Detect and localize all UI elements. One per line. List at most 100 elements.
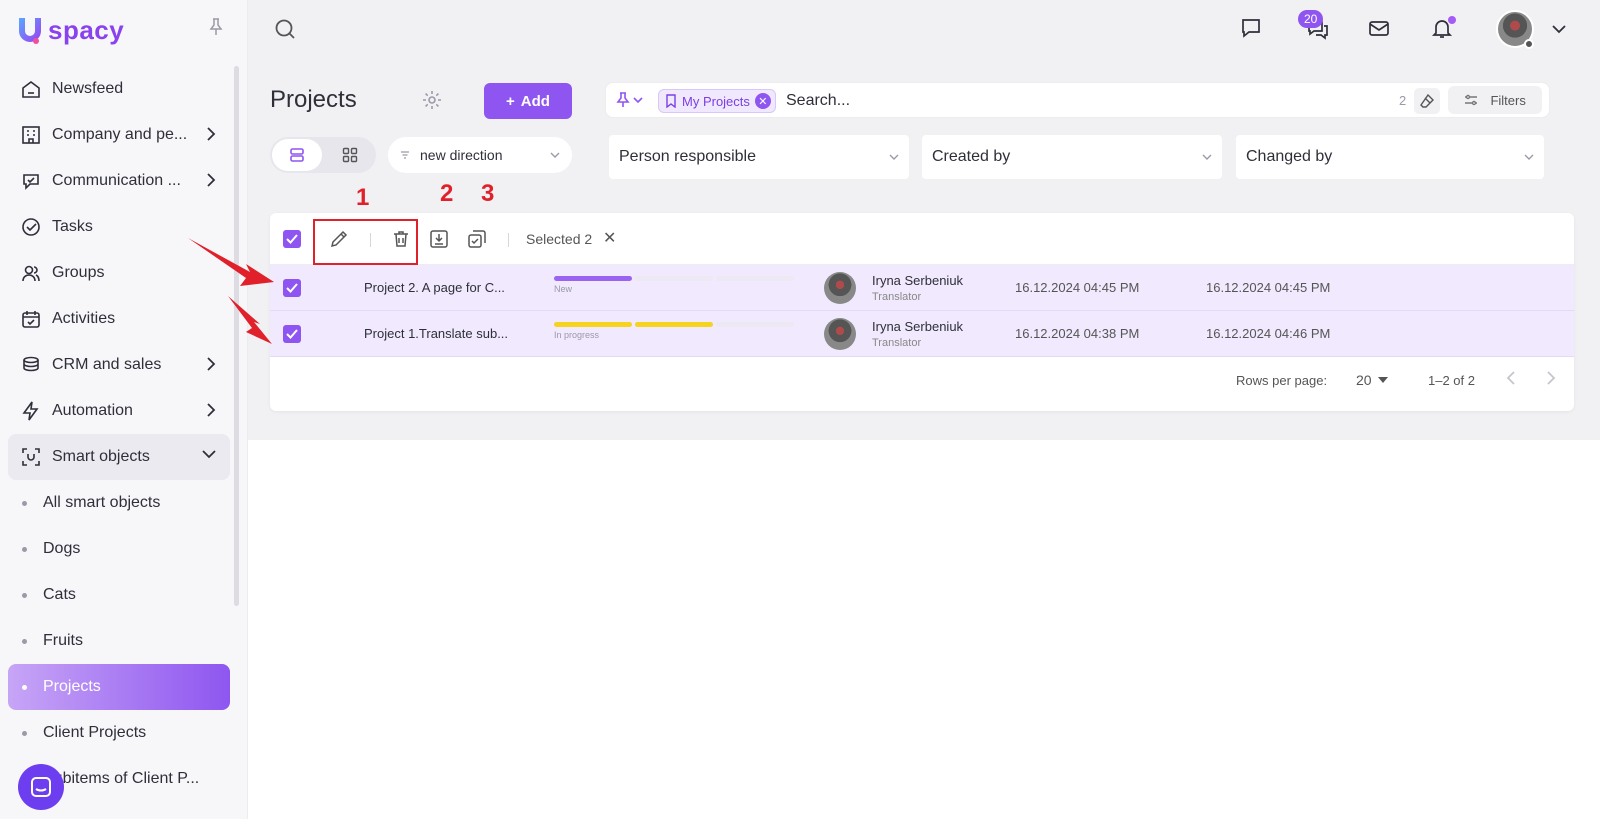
calendar-icon [20, 308, 42, 330]
sidebar-item-label: Communication ... [52, 172, 181, 189]
progress-segment [635, 276, 713, 281]
sidebar-item-label: Tasks [52, 218, 93, 235]
user-name[interactable]: Iryna Serbeniuk [872, 273, 963, 288]
selected-count: Selected 2 [526, 231, 593, 247]
filter-label: Person responsible [619, 148, 756, 165]
bullet-icon [22, 730, 27, 736]
chevron-down-icon [1524, 154, 1534, 160]
progress-segment [716, 276, 794, 281]
filters-button[interactable]: Filters [1448, 86, 1542, 114]
list-view-icon[interactable] [272, 139, 322, 171]
changed-date: 16.12.2024 04:46 PM [1206, 326, 1331, 341]
project-name[interactable]: Project 1.Translate sub... [364, 326, 508, 341]
chip-remove-icon[interactable]: ✕ [754, 93, 771, 109]
sidebar-item-newsfeed[interactable]: Newsfeed [8, 66, 230, 112]
filter-label: Changed by [1246, 148, 1333, 165]
sort-dropdown[interactable]: new direction [388, 137, 572, 173]
sidebar-item-label: Subitems of Client P... [43, 770, 200, 787]
sidebar-subitem-all-smart-objects[interactable]: All smart objects [8, 480, 230, 526]
progress-segment [554, 276, 632, 281]
settings-gear-icon[interactable] [422, 90, 442, 110]
project-name[interactable]: Project 2. A page for C... [364, 280, 505, 295]
sidebar-item-label: Projects [43, 678, 101, 695]
rows-per-page-value: 20 [1356, 372, 1372, 388]
chevron-right-icon [206, 173, 216, 187]
filter-person-responsible[interactable]: Person responsible [609, 135, 909, 179]
add-button[interactable]: + Add [484, 83, 572, 119]
sidebar-item-label: Smart objects [52, 448, 150, 465]
communication-icon [20, 170, 42, 192]
bulk-check-copy-icon[interactable] [467, 229, 487, 249]
sidebar-item-automation[interactable]: Automation [8, 388, 230, 434]
sidebar-item-label: CRM and sales [52, 356, 162, 373]
table-row[interactable]: Project 1.Translate sub... In progress I… [270, 311, 1574, 357]
annotation-arrows-icon [188, 238, 274, 344]
messages-icon[interactable] [1240, 17, 1262, 39]
stage-progress: In progress [554, 322, 794, 340]
logo[interactable]: spacy [14, 14, 124, 46]
pin-sidebar-icon[interactable] [208, 18, 224, 36]
sidebar-subitem-cats[interactable]: Cats [8, 572, 230, 618]
chevron-right-icon [206, 403, 216, 417]
annotation-number: 2 [440, 180, 454, 207]
filter-created-by[interactable]: Created by [922, 135, 1222, 179]
chat-widget-icon [31, 777, 51, 797]
annotation-number: 3 [481, 180, 495, 207]
grid-view-icon[interactable] [326, 139, 374, 171]
next-page-icon[interactable] [1546, 370, 1556, 386]
rows-per-page-select[interactable]: 20 [1356, 372, 1388, 388]
mail-icon[interactable] [1368, 17, 1390, 39]
filter-changed-by[interactable]: Changed by [1236, 135, 1544, 179]
prev-page-icon[interactable] [1506, 370, 1516, 386]
chevron-down-icon [633, 96, 643, 103]
page-title: Projects [270, 86, 357, 113]
coins-icon [20, 354, 42, 376]
filters-label: Filters [1490, 92, 1526, 108]
chevron-right-icon [206, 357, 216, 371]
divider [508, 233, 509, 247]
sidebar-item-company[interactable]: Company and pe... [8, 112, 230, 158]
clear-filters-eraser-icon[interactable] [1414, 88, 1440, 114]
sidebar-item-smart-objects[interactable]: Smart objects [8, 434, 230, 480]
created-date: 16.12.2024 04:45 PM [1015, 280, 1140, 295]
stage-progress: New [554, 276, 794, 294]
chevron-down-icon[interactable] [1552, 24, 1566, 34]
sidebar: spacy Newsfeed Company and pe... Communi… [0, 0, 248, 819]
bullet-icon [22, 500, 27, 506]
search-input[interactable] [786, 90, 1286, 112]
sidebar-item-label: Groups [52, 264, 105, 281]
active-filter-count: 2 [1399, 93, 1407, 108]
bullet-icon [22, 684, 27, 690]
sidebar-item-communication[interactable]: Communication ... [8, 158, 230, 204]
pin-filter-icon[interactable] [616, 92, 643, 108]
search-bar: My Projects ✕ 2 Filters [605, 82, 1550, 118]
clear-selection-icon[interactable]: ✕ [603, 228, 616, 248]
sidebar-subitem-projects[interactable]: Projects [8, 664, 230, 710]
user-role: Translator [872, 291, 922, 303]
download-icon[interactable] [429, 229, 449, 249]
plus-icon: + [506, 92, 515, 110]
user-avatar [824, 272, 856, 304]
chip-label: My Projects [682, 93, 750, 109]
sidebar-item-label: Dogs [43, 540, 81, 557]
sliders-icon [1465, 94, 1478, 106]
sidebar-subitem-fruits[interactable]: Fruits [8, 618, 230, 664]
chevron-down-icon [889, 154, 899, 160]
chevron-down-icon [550, 152, 560, 158]
notification-dot [1448, 16, 1456, 24]
annotation-highlight-box [313, 219, 418, 265]
bookmark-icon [666, 94, 676, 108]
bullet-icon [22, 546, 27, 552]
chat-widget-button[interactable] [18, 764, 64, 810]
bulk-action-bar: Selected 2 ✕ [270, 213, 1574, 265]
stage-label: New [554, 284, 573, 294]
table-row[interactable]: Project 2. A page for C... New Iryna Ser… [270, 265, 1574, 311]
sidebar-item-label: Activities [52, 310, 116, 327]
global-search-icon[interactable] [274, 18, 296, 40]
topbar: 20 [248, 0, 1600, 60]
user-name[interactable]: Iryna Serbeniuk [872, 319, 963, 334]
scan-icon [20, 446, 42, 468]
sidebar-subitem-dogs[interactable]: Dogs [8, 526, 230, 572]
sidebar-subitem-client-projects[interactable]: Client Projects [8, 710, 230, 756]
filter-chip-my-projects[interactable]: My Projects ✕ [658, 89, 776, 113]
